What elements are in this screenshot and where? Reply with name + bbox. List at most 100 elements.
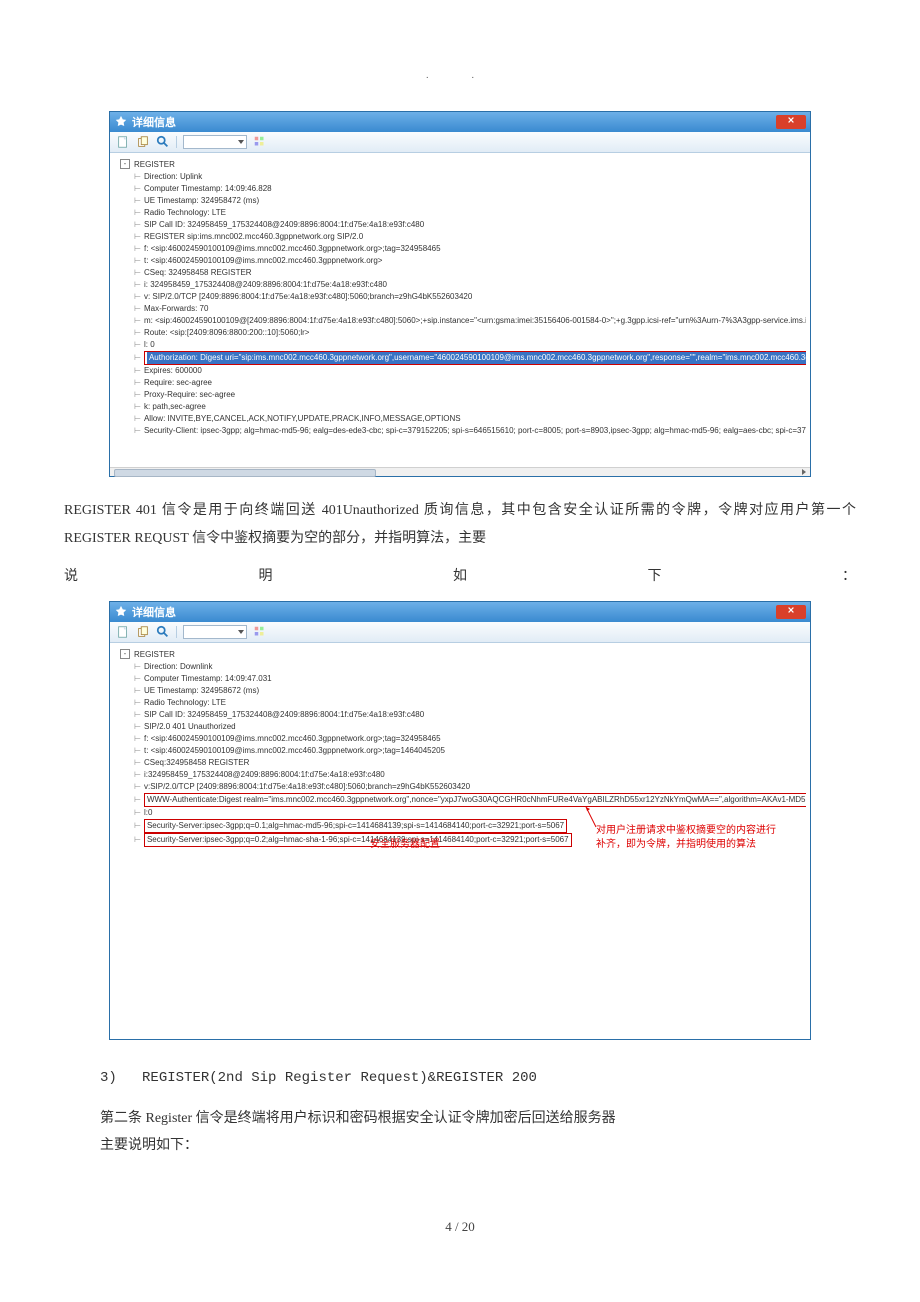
tree-row[interactable]: ⊢Direction: Downlink [114, 661, 806, 673]
search-icon[interactable] [156, 135, 170, 149]
spread-3: 如 [453, 563, 467, 591]
toolbar-divider [176, 136, 177, 148]
chevron-down-icon [238, 140, 244, 144]
tree-row[interactable]: ⊢v:SIP/2.0/TCP [2409:8896:8004:1f:d75e:4… [114, 781, 806, 793]
tree-row[interactable]: ⊢Max-Forwards: 70 [114, 303, 806, 315]
toolbar-dropdown[interactable] [183, 625, 247, 639]
close-button-1[interactable] [776, 115, 806, 129]
tree-row[interactable]: ⊢WWW-Authenticate:Digest realm="ims.mnc0… [114, 793, 806, 807]
heading-text: REGISTER(2nd Sip Register Request)&REGIS… [142, 1070, 537, 1086]
spread-2: 明 [259, 563, 273, 591]
tree-view-1[interactable]: -REGISTER⊢Direction: Uplink⊢Computer Tim… [110, 153, 810, 467]
tree-branch-icon: ⊢ [134, 244, 141, 253]
tree-row[interactable]: ⊢l:0 [114, 807, 806, 819]
tree-row[interactable]: ⊢t: <sip:460024590100109@ims.mnc002.mcc4… [114, 745, 806, 757]
tree-row[interactable]: ⊢SIP Call ID: 324958459_175324408@2409:8… [114, 709, 806, 721]
tree-row[interactable]: ⊢SIP Call ID: 324958459_175324408@2409:8… [114, 219, 806, 231]
toolbar-2 [110, 622, 810, 643]
tree-row[interactable]: ⊢CSeq:324958458 REGISTER [114, 757, 806, 769]
header-dots: . . [60, 70, 860, 81]
tree-branch-icon: ⊢ [134, 220, 141, 229]
tree-row[interactable]: -REGISTER [114, 649, 806, 661]
tree-row[interactable]: -REGISTER [114, 159, 806, 171]
tree-row[interactable]: ⊢Expires: 600000 [114, 365, 806, 377]
tree-branch-icon: ⊢ [134, 734, 141, 743]
tree-row[interactable]: ⊢Route: <sip:[2409:8096:8800:200::10]:50… [114, 327, 806, 339]
search-icon[interactable] [156, 625, 170, 639]
tree-branch-icon: ⊢ [134, 414, 141, 423]
boxed-row: Security-Server:ipsec-3gpp;q=0.2;alg=hma… [144, 833, 572, 847]
tree-branch-icon: ⊢ [134, 280, 141, 289]
tree-row[interactable]: ⊢Radio Technology: LTE [114, 207, 806, 219]
tree-row[interactable]: ⊢v: SIP/2.0/TCP [2409:8896:8004:1f:d75e:… [114, 291, 806, 303]
tree-row[interactable]: ⊢REGISTER sip:ims.mnc002.mcc460.3gppnetw… [114, 231, 806, 243]
tree-row[interactable]: ⊢Radio Technology: LTE [114, 697, 806, 709]
annot-token-2: 补齐，即为令牌，并指明使用的算法 [596, 839, 756, 851]
close-button-2[interactable] [776, 605, 806, 619]
tree-branch-icon: ⊢ [134, 268, 141, 277]
tree-branch-icon: ⊢ [134, 196, 141, 205]
tree-branch-icon: ⊢ [134, 821, 141, 830]
tree-branch-icon: ⊢ [134, 304, 141, 313]
tree-row[interactable]: ⊢Security-Client: ipsec-3gpp; alg=hmac-m… [114, 425, 806, 437]
spread-5: ： [842, 563, 856, 591]
tree-row[interactable]: ⊢Require: sec-agree [114, 377, 806, 389]
close-icon [787, 116, 795, 124]
tree-row[interactable]: ⊢Proxy-Require: sec-agree [114, 389, 806, 401]
tree-row[interactable]: ⊢UE Timestamp: 324958472 (ms) [114, 195, 806, 207]
tree-row[interactable]: ⊢CSeq: 324958458 REGISTER [114, 267, 806, 279]
pin-icon [114, 115, 128, 129]
arrow-icon [582, 803, 600, 829]
tree-view-2[interactable]: -REGISTER⊢Direction: Downlink⊢Computer T… [110, 643, 810, 1039]
scrollbar-thumb[interactable] [114, 469, 376, 477]
tree-branch-icon: ⊢ [134, 328, 141, 337]
tree-row[interactable]: ⊢Authorization: Digest uri="sip:ims.mnc0… [114, 351, 806, 365]
spread-4: 下 [648, 563, 662, 591]
tree-row[interactable]: ⊢i:324958459_175324408@2409:8896:8004:1f… [114, 769, 806, 781]
tree-branch-icon: ⊢ [134, 795, 141, 804]
tree-branch-icon: ⊢ [134, 353, 141, 362]
watermark-1b [247, 117, 250, 127]
tree-row[interactable]: ⊢SIP/2.0 401 Unauthorized [114, 721, 806, 733]
tree-collapse-icon[interactable]: - [120, 649, 130, 659]
titlebar-1: 详细信息 [110, 112, 810, 132]
toolbar-dropdown[interactable] [183, 135, 247, 149]
window-title-2: 详细信息 [132, 604, 176, 620]
h-scrollbar-1[interactable] [110, 467, 810, 476]
tree-branch-icon: ⊢ [134, 232, 141, 241]
tree-branch-icon: ⊢ [134, 292, 141, 301]
tree-row[interactable]: ⊢UE Timestamp: 324958672 (ms) [114, 685, 806, 697]
tree-row[interactable]: ⊢i: 324958459_175324408@2409:8896:8004:1… [114, 279, 806, 291]
tree-row[interactable]: ⊢t: <sip:460024590100109@ims.mnc002.mcc4… [114, 255, 806, 267]
tree-row[interactable]: ⊢m: <sip:460024590100109@[2409:8896:8004… [114, 315, 806, 327]
tree-row[interactable]: ⊢k: path,sec-agree [114, 401, 806, 413]
window-2: 详细信息 -REGISTER⊢Direction: Downlink⊢Compu… [109, 601, 811, 1040]
tree-row[interactable]: ⊢l: 0 [114, 339, 806, 351]
grid-icon[interactable] [253, 625, 267, 639]
close-icon [787, 606, 795, 614]
tree-branch-icon: ⊢ [134, 316, 141, 325]
tree-row[interactable]: ⊢Allow: INVITE,BYE,CANCEL,ACK,NOTIFY,UPD… [114, 413, 806, 425]
new-doc-icon[interactable] [116, 135, 130, 149]
tree-collapse-icon[interactable]: - [120, 159, 130, 169]
tree-row[interactable]: ⊢f: <sip:460024590100109@ims.mnc002.mcc4… [114, 733, 806, 745]
paragraph-2: 第二条 Register 信令是终端将用户标识和密码根据安全认证令牌加密后回送给… [100, 1106, 820, 1159]
grid-icon[interactable] [253, 135, 267, 149]
tree-row[interactable]: ⊢Direction: Uplink [114, 171, 806, 183]
tree-branch-icon: ⊢ [134, 710, 141, 719]
copy-icon[interactable] [136, 135, 150, 149]
tree-branch-icon: ⊢ [134, 808, 141, 817]
tree-branch-icon: ⊢ [134, 256, 141, 265]
window-1: 详细信息 -REGISTER⊢Direction: Uplink⊢Compute… [109, 111, 811, 477]
new-doc-icon[interactable] [116, 625, 130, 639]
tree-branch-icon: ⊢ [134, 402, 141, 411]
tree-branch-icon: ⊢ [134, 184, 141, 193]
copy-icon[interactable] [136, 625, 150, 639]
scroll-right-icon[interactable] [800, 468, 808, 476]
tree-row[interactable]: ⊢Computer Timestamp: 14:09:47.031 [114, 673, 806, 685]
tree-branch-icon: ⊢ [134, 366, 141, 375]
tree-row[interactable]: ⊢Computer Timestamp: 14:09:46.828 [114, 183, 806, 195]
tree-row[interactable]: ⊢f: <sip:460024590100109@ims.mnc002.mcc4… [114, 243, 806, 255]
section-heading-3: 3) REGISTER(2nd Sip Register Request)&RE… [100, 1070, 860, 1086]
tree-branch-icon: ⊢ [134, 340, 141, 349]
